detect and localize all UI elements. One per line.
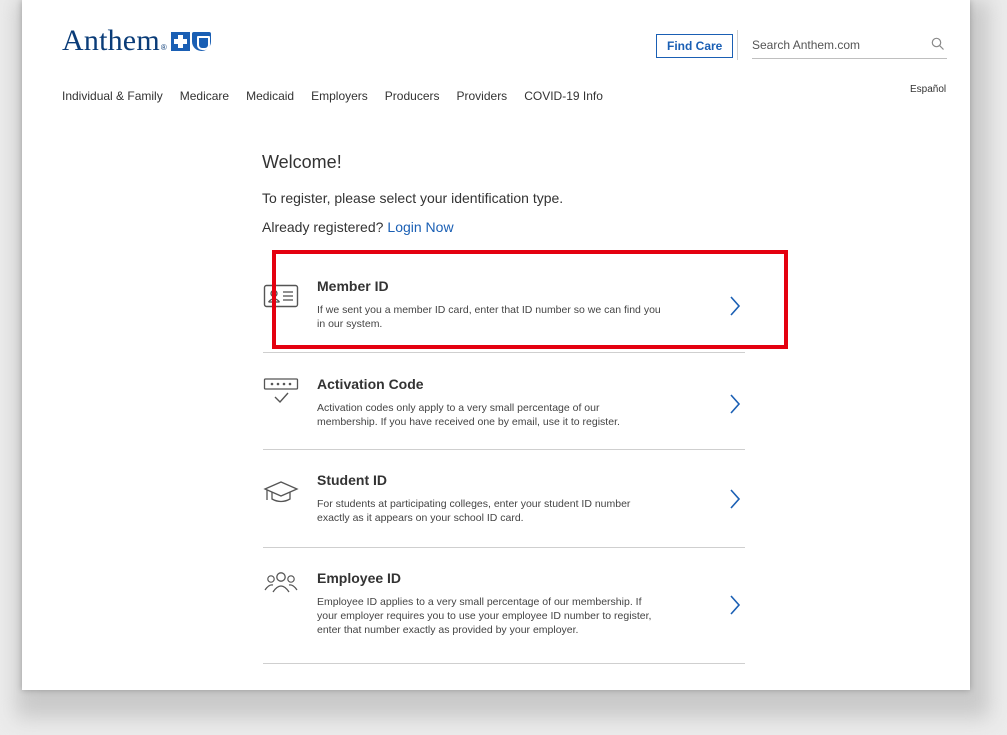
activation-code-icon bbox=[263, 378, 299, 404]
id-card-icon bbox=[263, 284, 299, 308]
blue-shield-icon bbox=[191, 31, 211, 51]
blue-cross-icon bbox=[170, 31, 190, 51]
option-description: If we sent you a member ID card, enter t… bbox=[317, 303, 702, 331]
option-description-line: enter that number exactly as provided by… bbox=[317, 624, 579, 636]
logo-wordmark: Anthem bbox=[62, 24, 160, 57]
login-now-link[interactable]: Login Now bbox=[387, 219, 453, 235]
logo-registered-mark: ® bbox=[160, 43, 167, 52]
option-description-line: your employer requires you to use your e… bbox=[317, 610, 652, 622]
option-title: Activation Code bbox=[317, 376, 424, 392]
option-description: For students at participating colleges, … bbox=[317, 497, 702, 525]
option-description-line: If we sent you a member ID card, enter t… bbox=[317, 304, 661, 316]
option-student-id-text: Student ID For students at participating… bbox=[317, 472, 702, 525]
nav-item-producers[interactable]: Producers bbox=[385, 89, 440, 103]
language-toggle-espanol[interactable]: Español bbox=[910, 84, 946, 95]
nav-item-medicaid[interactable]: Medicaid bbox=[246, 89, 294, 103]
search-input[interactable] bbox=[752, 34, 947, 56]
option-title: Employee ID bbox=[317, 570, 402, 586]
id-type-options: Member ID If we sent you a member ID car… bbox=[263, 253, 745, 664]
nav-item-covid-19-info[interactable]: COVID-19 Info bbox=[524, 89, 603, 103]
option-member-id-text: Member ID If we sent you a member ID car… bbox=[317, 278, 702, 331]
chevron-right-icon[interactable] bbox=[729, 488, 741, 510]
option-description-line: Activation codes only apply to a very sm… bbox=[317, 402, 600, 414]
search-box[interactable] bbox=[752, 34, 947, 56]
option-activation-code-text: Activation Code Activation codes only ap… bbox=[317, 376, 702, 429]
option-title: Member ID bbox=[317, 278, 389, 294]
page-title: Welcome! bbox=[262, 152, 342, 172]
graduation-cap-icon bbox=[263, 481, 299, 503]
already-registered-line: Already registered? Login Now bbox=[262, 219, 744, 235]
search-underline bbox=[752, 58, 947, 59]
chevron-right-icon[interactable] bbox=[729, 594, 741, 616]
option-employee-id[interactable]: Employee ID Employee ID applies to a ver… bbox=[263, 548, 745, 664]
chevron-right-icon[interactable] bbox=[729, 295, 741, 317]
chevron-right-icon[interactable] bbox=[729, 393, 741, 415]
option-description-line: Employee ID applies to a very small perc… bbox=[317, 596, 642, 608]
browser-page: Anthem ® Find Care Individual & Family M… bbox=[22, 0, 970, 690]
option-employee-id-text: Employee ID Employee ID applies to a ver… bbox=[317, 570, 702, 637]
nav-item-medicare[interactable]: Medicare bbox=[180, 89, 229, 103]
option-description: Employee ID applies to a very small perc… bbox=[317, 595, 702, 637]
main-nav: Individual & Family Medicare Medicaid Em… bbox=[62, 89, 620, 103]
option-title: Student ID bbox=[317, 472, 387, 488]
blue-cross-blue-shield-icon bbox=[170, 31, 211, 51]
already-registered-text: Already registered? bbox=[262, 219, 384, 235]
nav-item-providers[interactable]: Providers bbox=[457, 89, 508, 103]
nav-item-individual-family[interactable]: Individual & Family bbox=[62, 89, 163, 103]
anthem-logo[interactable]: Anthem ® bbox=[62, 24, 211, 58]
option-student-id[interactable]: Student ID For students at participating… bbox=[263, 450, 745, 548]
people-group-icon bbox=[264, 572, 298, 593]
option-description: Activation codes only apply to a very sm… bbox=[317, 401, 702, 429]
registration-instruction: To register, please select your identifi… bbox=[262, 190, 564, 206]
nav-item-employers[interactable]: Employers bbox=[311, 89, 368, 103]
search-icon[interactable] bbox=[931, 37, 945, 51]
header-divider bbox=[737, 30, 738, 60]
option-description-line: exactly as it appears on your school ID … bbox=[317, 512, 524, 524]
option-description-line: membership. If you have received one by … bbox=[317, 416, 620, 428]
option-member-id[interactable]: Member ID If we sent you a member ID car… bbox=[263, 253, 745, 353]
registration-intro: Welcome! To register, please select your… bbox=[262, 152, 744, 235]
find-care-button[interactable]: Find Care bbox=[656, 34, 734, 58]
option-description-line: in our system. bbox=[317, 318, 383, 330]
option-activation-code[interactable]: Activation Code Activation codes only ap… bbox=[263, 353, 745, 450]
option-description-line: For students at participating colleges, … bbox=[317, 498, 631, 510]
